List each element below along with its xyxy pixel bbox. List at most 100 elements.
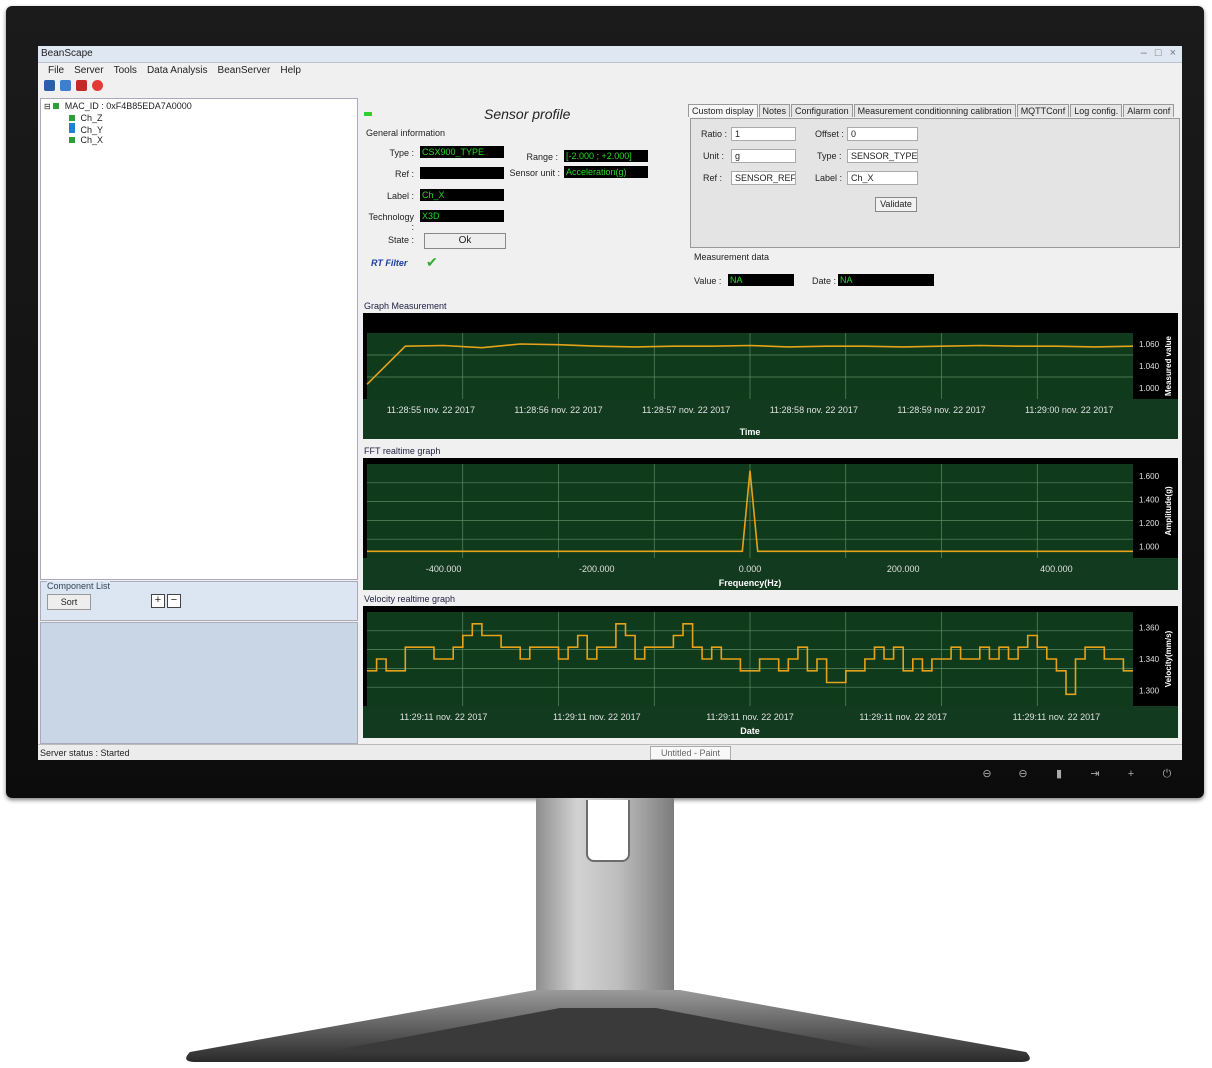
technology-label: Technology : xyxy=(368,212,414,232)
tab-measurement-calibration[interactable]: Measurement conditionning calibration xyxy=(853,104,1016,117)
menu-beanserver[interactable]: BeanServer xyxy=(218,63,271,78)
y-tick-label: 1.040 xyxy=(1139,362,1160,371)
ratio-input[interactable]: 1 xyxy=(731,127,796,141)
x-tick-label: 200.000 xyxy=(887,564,920,574)
menu-help[interactable]: Help xyxy=(280,63,301,78)
y-axis-label: Amplitude(g) xyxy=(1164,486,1173,536)
offset-label: Offset : xyxy=(815,129,844,139)
x-tick-label: -400.000 xyxy=(426,564,462,574)
x-tick-label: 11:29:11 nov. 22 2017 xyxy=(859,712,947,722)
maximize-button[interactable]: □ xyxy=(1155,47,1162,59)
stop-icon[interactable] xyxy=(76,80,87,91)
menu-file[interactable]: File xyxy=(48,63,64,78)
tree-item-label: Ch_Y xyxy=(80,125,104,135)
date-label: Date : xyxy=(812,276,837,286)
label-input[interactable]: Ch_X xyxy=(847,171,918,185)
x-tick-label: 11:29:11 nov. 22 2017 xyxy=(1013,712,1101,722)
x-tick-label: 11:29:11 nov. 22 2017 xyxy=(400,712,488,722)
record-icon[interactable] xyxy=(92,80,103,91)
status-bar: Server status : Started Untitled - Paint xyxy=(38,744,1182,760)
tab-notes[interactable]: Notes xyxy=(758,104,791,117)
taskbar-paint[interactable]: Untitled - Paint xyxy=(650,746,732,760)
tree-root[interactable]: ⊟ MAC_ID : 0xF4B85EDA7A0000 xyxy=(44,101,192,111)
device-tree: ⊟ MAC_ID : 0xF4B85EDA7A0000 Ch_Z Ch_Y Ch… xyxy=(40,98,358,580)
tree-item-label: Ch_X xyxy=(80,135,104,145)
state-label: State : xyxy=(387,235,414,245)
x-axis-label: Date xyxy=(740,726,760,736)
value-readout: NA xyxy=(728,274,794,286)
tab-custom-display[interactable]: Custom display xyxy=(688,104,758,117)
range-value: [-2.000 ; +2.000] xyxy=(564,150,648,162)
add-button[interactable]: + xyxy=(151,594,165,608)
sensor-unit-value: Acceleration(g) xyxy=(564,166,648,178)
x-tick-label: 11:28:58 nov. 22 2017 xyxy=(770,405,858,415)
power-icon: ⏻ xyxy=(1162,768,1172,780)
checkmark-icon[interactable]: ✔ xyxy=(426,254,438,271)
menu-data-analysis[interactable]: Data Analysis xyxy=(147,63,208,78)
type-value: CSX900_TYPE xyxy=(420,146,504,158)
y-tick-label: 1.000 xyxy=(1139,384,1160,393)
type-input-label: Type : xyxy=(817,151,842,161)
tab-alarm-conf[interactable]: Alarm conf xyxy=(1123,104,1175,117)
x-tick-label: 11:28:59 nov. 22 2017 xyxy=(897,405,985,415)
minimize-button[interactable]: – xyxy=(1141,47,1147,59)
graph-measurement-title: Graph Measurement xyxy=(364,301,447,311)
ref-input[interactable]: SENSOR_REF xyxy=(731,171,796,185)
label-label: Label : xyxy=(386,191,414,201)
sensor-profile-title: Sensor profile xyxy=(484,106,571,122)
tree-item-ch-z[interactable]: Ch_Z xyxy=(69,113,103,123)
y-tick-label: 1.400 xyxy=(1139,495,1160,504)
velocity-chart: 11:29:11 nov. 22 2017 11:29:11 nov. 22 20… xyxy=(363,606,1178,738)
y-tick-label: 1.060 xyxy=(1139,340,1160,349)
y-tick-label: 1.600 xyxy=(1139,472,1160,481)
y-tick-label: 1.200 xyxy=(1139,519,1160,528)
menu-bar: File Server Tools Data Analysis BeanServ… xyxy=(38,63,1182,78)
x-tick-label: 11:29:11 nov. 22 2017 xyxy=(706,712,794,722)
fft-chart: -400.000 -200.000 0.000 200.000 400.000 Frequ… xyxy=(363,458,1178,590)
validate-button[interactable]: Validate xyxy=(875,197,917,212)
app-window: BeanScape – □ × File Server Tools Data A… xyxy=(38,46,1182,760)
close-button[interactable]: × xyxy=(1170,47,1176,59)
tree-item-ch-y[interactable]: Ch_Y xyxy=(69,123,103,135)
channel-icon xyxy=(69,123,75,133)
tab-bar: Custom display Notes Configuration Measu… xyxy=(688,104,1175,117)
collapse-icon[interactable]: ⊟ xyxy=(44,102,51,111)
measurement-data-label: Measurement data xyxy=(694,252,770,262)
tab-log-config[interactable]: Log config. xyxy=(1070,104,1123,117)
custom-display-panel: Ratio : 1 Offset : 0 Unit : g Type : SEN… xyxy=(690,118,1180,248)
offset-input[interactable]: 0 xyxy=(847,127,918,141)
component-list-area xyxy=(40,622,358,744)
ratio-label: Ratio : xyxy=(701,129,728,139)
y-axis-label: Velocity(mm/s) xyxy=(1164,630,1173,687)
menu-tools[interactable]: Tools xyxy=(114,63,137,78)
sort-button[interactable]: Sort xyxy=(47,594,91,610)
label-value: Ch_X xyxy=(420,189,504,201)
x-axis-label: Frequency(Hz) xyxy=(719,578,782,588)
type-input[interactable]: SENSOR_TYPE xyxy=(847,149,918,163)
x-tick-label: 11:29:00 nov. 22 2017 xyxy=(1025,405,1113,415)
unit-input[interactable]: g xyxy=(731,149,796,163)
menu-server[interactable]: Server xyxy=(74,63,103,78)
technology-value: X3D xyxy=(420,210,504,222)
x-axis-label: Time xyxy=(740,427,761,437)
component-list-label: Component List xyxy=(47,581,111,591)
state-value: Ok xyxy=(424,233,506,249)
sensor-unit-label: Sensor unit : xyxy=(509,168,560,178)
channel-icon xyxy=(69,137,75,143)
remove-button[interactable]: − xyxy=(167,594,181,608)
monitor-button-icon: ⊖ xyxy=(982,768,992,780)
type-label: Type : xyxy=(389,148,414,158)
label-input-label: Label : xyxy=(815,173,843,183)
save-icon[interactable] xyxy=(44,80,55,91)
title-bar: BeanScape – □ × xyxy=(38,46,1182,63)
tab-mqttconf[interactable]: MQTTConf xyxy=(1016,104,1070,117)
toolbar xyxy=(44,80,103,91)
range-label: Range : xyxy=(526,152,558,162)
y-tick-label: 1.300 xyxy=(1139,686,1160,695)
velocity-graph-title: Velocity realtime graph xyxy=(364,594,456,604)
y-tick-label: 1.000 xyxy=(1139,542,1160,551)
tab-configuration[interactable]: Configuration xyxy=(791,104,853,117)
tree-item-ch-x[interactable]: Ch_X xyxy=(69,135,103,145)
axis-band xyxy=(363,706,1178,738)
export-icon[interactable] xyxy=(60,80,71,91)
